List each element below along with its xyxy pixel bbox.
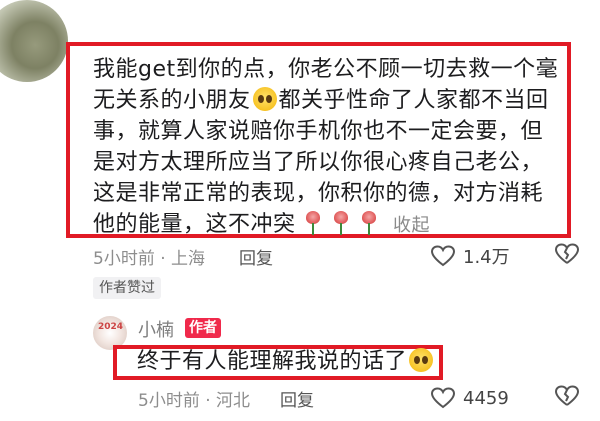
reply-body: 终于有人能理解我说的话了 bbox=[137, 347, 435, 377]
like-button[interactable]: 1.4万 bbox=[431, 243, 510, 269]
reply-button[interactable]: 回复 bbox=[239, 244, 273, 269]
reply-text: 终于有人能理解我说的话了 bbox=[137, 349, 408, 374]
broken-heart-icon bbox=[554, 384, 580, 406]
crying-face-emoji-icon bbox=[252, 87, 277, 111]
like-button[interactable]: 4459 bbox=[431, 387, 509, 409]
dislike-button[interactable] bbox=[554, 384, 580, 412]
author-liked-badge: 作者赞过 bbox=[93, 277, 161, 299]
collapse-button[interactable]: 收起 bbox=[393, 215, 430, 236]
crying-face-emoji-icon bbox=[409, 348, 434, 372]
reply-button[interactable]: 回复 bbox=[280, 386, 314, 411]
comment-timestamp-location: 5小时前 · 上海 bbox=[93, 248, 206, 269]
commenter-avatar[interactable] bbox=[0, 0, 68, 82]
rose-emoji-icon bbox=[359, 211, 379, 235]
rose-emoji-icon bbox=[331, 211, 351, 235]
dislike-button[interactable] bbox=[554, 242, 580, 270]
reply-username[interactable]: 小楠 bbox=[138, 316, 174, 342]
rose-emoji-icon bbox=[303, 211, 323, 235]
author-badge: 作者 bbox=[185, 318, 221, 338]
avatar-year-text: 2024 bbox=[98, 322, 124, 332]
reply-timestamp-location: 5小时前 · 河北 bbox=[138, 390, 251, 411]
reply-meta-row: 5小时前 · 河北 回复 4459 bbox=[138, 382, 583, 414]
comment-body: 我能get到你的点，你老公不顾一切去救一个毫无关系的小朋友 都关乎性命了人家都不当… bbox=[93, 54, 563, 241]
comment-meta-row: 5小时前 · 上海 回复 1.4万 bbox=[93, 240, 583, 272]
heart-outline-icon bbox=[431, 387, 455, 409]
like-count: 1.4万 bbox=[463, 247, 510, 268]
broken-heart-icon bbox=[554, 242, 580, 264]
heart-outline-icon bbox=[431, 245, 455, 267]
like-count: 4459 bbox=[463, 387, 509, 409]
